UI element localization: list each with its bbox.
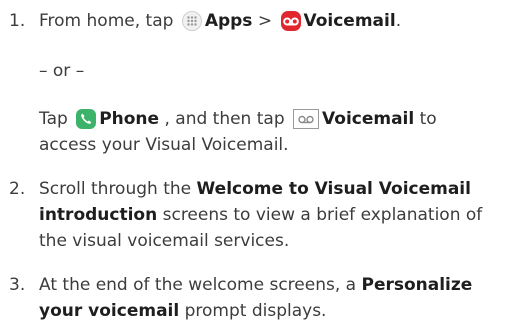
step-number: 1.: [9, 11, 26, 31]
step-text: At the end of the welcome screens, a: [39, 275, 357, 295]
step-text: to: [419, 109, 437, 129]
step-1-line-2: Tap Phone , and then tap Voicemail to: [39, 106, 437, 132]
prompt-name: Personalize: [361, 275, 473, 295]
voicemail-tab-icon: [293, 109, 320, 129]
step-text: the visual voicemail services.: [39, 231, 290, 251]
step-text: From home, tap: [39, 11, 174, 31]
separator: >: [257, 11, 273, 31]
voicemail-label: Voicemail: [303, 11, 396, 31]
step-number: 2.: [9, 179, 26, 199]
step-text: access your Visual Voicemail.: [39, 135, 289, 155]
or-text: – or –: [39, 61, 85, 81]
step-text: , and then tap: [164, 109, 285, 129]
welcome-screen-name: Welcome to Visual Voicemail: [196, 179, 471, 199]
or-separator: – or –: [39, 58, 84, 84]
prompt-name: your voicemail: [39, 301, 180, 321]
step-number: 3.: [9, 275, 26, 295]
punctuation: .: [395, 11, 402, 31]
step-2-line-2: introduction screens to view a brief exp…: [39, 202, 482, 228]
welcome-screen-name: introduction: [39, 205, 158, 225]
voicemail-label: Voicemail: [322, 109, 415, 129]
step-3-line-2: your voicemail prompt displays.: [39, 298, 326, 324]
step-1-line-1: From home, tap Apps > Voicemail.: [39, 8, 401, 34]
apps-label: Apps: [204, 11, 253, 31]
phone-label: Phone: [99, 109, 160, 129]
phone-icon: [76, 109, 97, 129]
step-text: Tap: [39, 109, 68, 129]
step-text: screens to view a brief explanation of: [162, 205, 483, 225]
step-1-line-3: access your Visual Voicemail.: [39, 132, 289, 158]
step-2-line-3: the visual voicemail services.: [39, 228, 289, 254]
step-3-line-1: At the end of the welcome screens, a Per…: [39, 272, 472, 298]
apps-grid-icon: [181, 11, 202, 31]
step-text: Scroll through the: [39, 179, 192, 199]
voicemail-app-icon: [280, 11, 301, 31]
step-text: prompt displays.: [184, 301, 327, 321]
step-2-line-1: Scroll through the Welcome to Visual Voi…: [39, 176, 471, 202]
